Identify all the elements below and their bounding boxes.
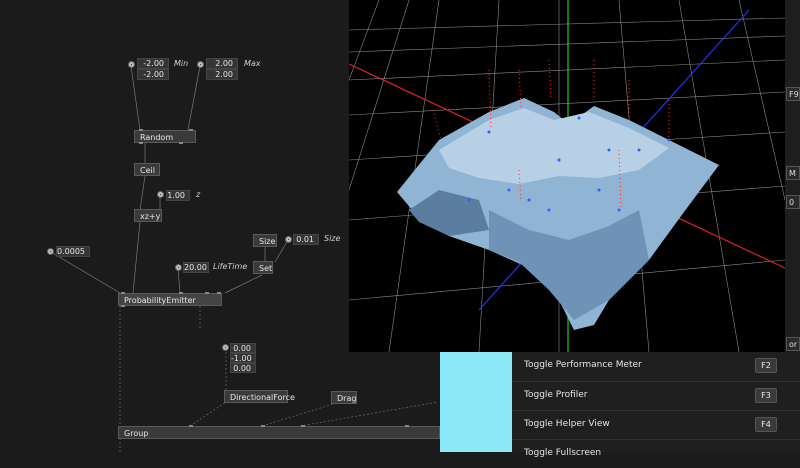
min-knob-icon[interactable] <box>128 61 135 68</box>
rate-value[interactable]: 0.0005 <box>56 246 90 257</box>
strip-key-0[interactable]: 0 <box>786 195 800 209</box>
shortcut-key: F2 <box>755 358 777 373</box>
size-node[interactable]: Size <box>253 234 277 247</box>
terrain-surface <box>397 98 719 330</box>
drag-node-label: Drag <box>337 394 357 403</box>
menu-item-helper-view[interactable]: Toggle Helper View F4 <box>512 410 800 439</box>
set-node-label: Set <box>259 264 273 273</box>
rate-knob-icon[interactable] <box>47 248 54 255</box>
lifetime-knob-icon[interactable] <box>175 264 182 271</box>
xzy-node-label: xz+y <box>140 212 161 221</box>
shortcut-key: F3 <box>755 388 777 403</box>
menu-item-performance-meter[interactable]: Toggle Performance Meter F2 <box>512 352 800 381</box>
helper-menu: Toggle Performance Meter F2 Toggle Profi… <box>512 352 800 458</box>
random-node[interactable]: Random <box>134 129 196 144</box>
ceil-node-label: Ceil <box>140 166 155 175</box>
strip-key-m[interactable]: M <box>786 166 800 180</box>
directional-force-node[interactable]: DirectionalForce <box>224 390 295 403</box>
size-knob-icon[interactable] <box>285 236 292 243</box>
menu-item-label: Toggle Profiler <box>524 390 588 400</box>
size-node-label: Size <box>259 237 276 246</box>
lifetime-label: LifeTime <box>213 262 248 271</box>
group-node-label: Group <box>124 429 149 438</box>
size-label: Size <box>324 234 341 243</box>
force-knob-icon[interactable] <box>222 344 229 351</box>
max-knob-icon[interactable] <box>197 61 204 68</box>
lifetime-value[interactable]: 20.00 <box>183 262 209 273</box>
max-value-2[interactable]: 2.00 <box>206 69 238 80</box>
viewport-scene <box>349 0 785 352</box>
probability-emitter-label: ProbabilityEmitter <box>124 296 196 305</box>
color-preview-panel <box>440 352 512 452</box>
max-value-1[interactable]: 2.00 <box>206 58 238 69</box>
shortcut-key: F4 <box>755 417 777 432</box>
set-node[interactable]: Set <box>253 261 273 274</box>
menu-item-fullscreen[interactable]: Toggle Fullscreen <box>512 439 800 468</box>
xzy-node[interactable]: xz+y <box>134 209 162 222</box>
z-label: z <box>196 190 201 199</box>
drag-node[interactable]: Drag <box>331 391 357 404</box>
size-value[interactable]: 0.01 <box>293 234 319 245</box>
probability-emitter-node[interactable]: ProbabilityEmitter <box>118 292 222 307</box>
menu-item-profiler[interactable]: Toggle Profiler F3 <box>512 381 800 410</box>
group-node[interactable]: Group <box>118 425 440 439</box>
force-value-x[interactable]: 0.00 <box>230 343 256 353</box>
z-knob-icon[interactable] <box>157 191 164 198</box>
strip-key-f9[interactable]: F9 <box>786 87 800 101</box>
ceil-node[interactable]: Ceil <box>134 163 160 176</box>
random-node-label: Random <box>140 133 174 142</box>
menu-item-label: Toggle Fullscreen <box>524 448 602 458</box>
force-value-z[interactable]: 0.00 <box>230 363 256 373</box>
min-label: Min <box>174 59 189 68</box>
z-value[interactable]: 1.00 <box>166 190 190 201</box>
min-value-2[interactable]: -2.00 <box>137 69 169 80</box>
menu-item-label: Toggle Performance Meter <box>524 360 642 370</box>
directional-force-label: DirectionalForce <box>230 393 295 402</box>
min-value-1[interactable]: -2.00 <box>137 58 169 69</box>
menu-item-label: Toggle Helper View <box>524 419 610 429</box>
3d-viewport[interactable] <box>349 0 785 352</box>
force-value-y[interactable]: -1.00 <box>230 353 256 363</box>
max-label: Max <box>244 59 261 68</box>
strip-key-or[interactable]: or <box>786 337 800 351</box>
